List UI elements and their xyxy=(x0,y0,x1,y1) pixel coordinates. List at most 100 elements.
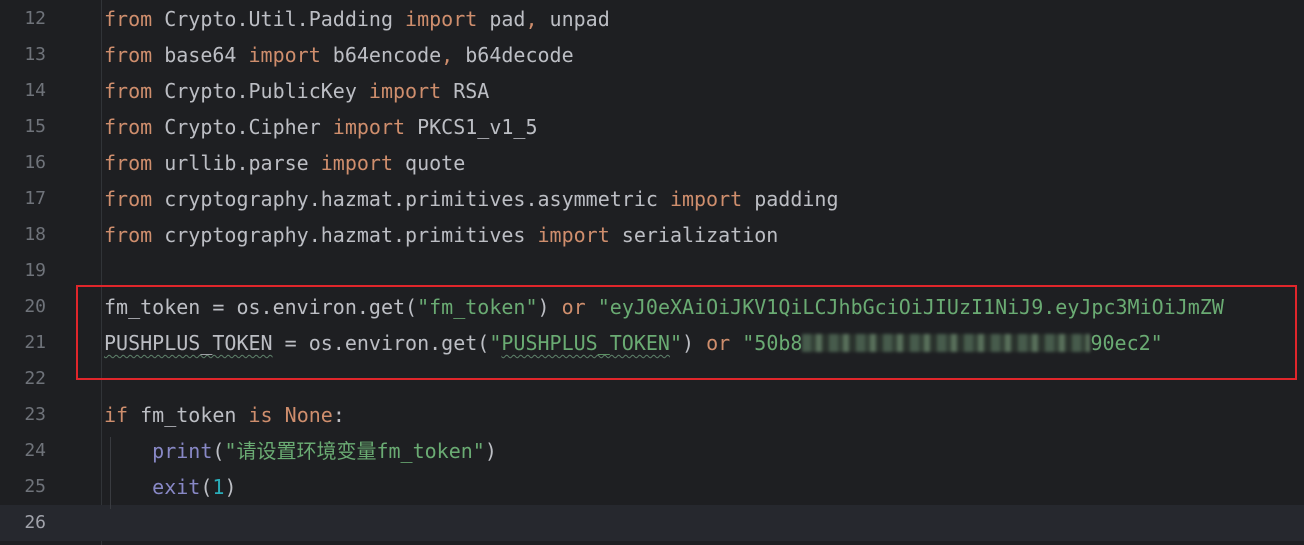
line-number[interactable]: 17 xyxy=(0,181,46,217)
code-token: Crypto.PublicKey xyxy=(152,79,369,103)
code-token: from xyxy=(104,115,153,139)
code-line-22[interactable]: 22 xyxy=(0,361,1304,397)
code-token: pad xyxy=(477,7,526,31)
line-number[interactable]: 23 xyxy=(0,397,46,433)
code-token: urllib.parse xyxy=(152,151,321,175)
code-token: from xyxy=(104,223,153,247)
code-text[interactable]: print("请设置环境变量fm_token") xyxy=(104,433,497,469)
code-token: import xyxy=(537,223,610,247)
code-token: exit xyxy=(152,475,201,499)
code-token: import xyxy=(332,115,406,139)
code-token: or xyxy=(706,331,731,355)
code-token: print xyxy=(152,439,213,463)
code-text[interactable]: from Crypto.Cipher import PKCS1_v1_5 xyxy=(104,109,538,145)
code-line-19[interactable]: 19 xyxy=(0,253,1304,289)
code-token: ( xyxy=(212,439,225,463)
code-text[interactable]: fm_token = os.environ.get("fm_token") or… xyxy=(104,289,1224,325)
code-text[interactable]: from Crypto.Util.Padding import pad, unp… xyxy=(104,1,610,37)
code-line-14[interactable]: 14 from Crypto.PublicKey import RSA xyxy=(0,73,1304,109)
code-token: 90ec2" xyxy=(1090,331,1163,355)
code-token: PKCS1_v1_5 xyxy=(405,115,538,139)
code-token: PUSHPLUS_TOKEN xyxy=(501,331,670,355)
line-number[interactable]: 20 xyxy=(0,289,46,325)
code-token: from xyxy=(104,43,153,67)
code-line-24[interactable]: 24 print("请设置环境变量fm_token") xyxy=(0,433,1304,469)
code-text[interactable]: from base64 import b64encode, b64decode xyxy=(104,37,574,73)
code-token: cryptography.hazmat.primitives.asymmetri… xyxy=(152,187,670,211)
code-token: base64 xyxy=(152,43,249,67)
code-token: fm_token xyxy=(128,403,249,427)
line-number[interactable]: 25 xyxy=(0,469,46,505)
code-line-12[interactable]: 12 from Crypto.Util.Padding import pad, u… xyxy=(0,1,1304,37)
code-token: from xyxy=(104,79,153,103)
code-token: Crypto.Util.Padding xyxy=(152,7,406,31)
line-number[interactable]: 14 xyxy=(0,73,46,109)
code-token: cryptography.hazmat.primitives xyxy=(152,223,538,247)
line-number[interactable]: 15 xyxy=(0,109,46,145)
line-number[interactable]: 16 xyxy=(0,145,46,181)
code-text[interactable]: from Crypto.PublicKey import RSA xyxy=(104,73,489,109)
code-line-23[interactable]: 23 if fm_token is None: xyxy=(0,397,1304,433)
code-token: ) xyxy=(224,475,237,499)
code-token: b64decode xyxy=(453,43,574,67)
code-text[interactable]: exit(1) xyxy=(104,469,236,505)
line-number[interactable]: 13 xyxy=(0,37,46,73)
line-number[interactable]: 22 xyxy=(0,361,46,397)
code-token: ( xyxy=(200,475,213,499)
code-line-25[interactable]: 25 exit(1) xyxy=(0,469,1304,505)
redacted-token-mosaic xyxy=(802,333,1091,352)
code-token: 1 xyxy=(212,475,225,499)
line-number[interactable]: 18 xyxy=(0,217,46,253)
code-token: ) xyxy=(682,331,707,355)
code-line-13[interactable]: 13 from base64 import b64encode, b64decod… xyxy=(0,37,1304,73)
code-token: fm_token = os.environ.get( xyxy=(104,295,418,319)
code-line-17[interactable]: 17 from cryptography.hazmat.primitives.as… xyxy=(0,181,1304,217)
line-number[interactable]: 19 xyxy=(0,253,46,289)
code-token: import xyxy=(669,187,743,211)
code-token: , xyxy=(525,7,538,31)
indent-guide xyxy=(110,437,111,509)
code-token: ) xyxy=(537,295,562,319)
code-token: " xyxy=(489,331,502,355)
line-number[interactable]: 24 xyxy=(0,433,46,469)
code-text[interactable]: PUSHPLUS_TOKEN = os.environ.get("PUSHPLU… xyxy=(104,325,1163,361)
code-token: , xyxy=(441,43,454,67)
code-line-26[interactable]: 26 xyxy=(0,505,1304,541)
code-token: import xyxy=(320,151,393,175)
code-text[interactable]: from cryptography.hazmat.primitives.asym… xyxy=(104,181,839,217)
code-token: if xyxy=(104,403,129,427)
code-token: quote xyxy=(393,151,466,175)
code-token: "fm_token" xyxy=(417,295,538,319)
code-token: import xyxy=(405,7,478,31)
code-text[interactable]: if fm_token is None: xyxy=(104,397,345,433)
code-token: "eyJ0eXAiOiJKV1QiLCJhbGciOiJIUzI1NiJ9.ey… xyxy=(597,295,1224,319)
code-token: PUSHPLUS_TOKEN xyxy=(104,331,273,355)
code-line-18[interactable]: 18 from cryptography.hazmat.primitives im… xyxy=(0,217,1304,253)
code-token: = os.environ.get( xyxy=(272,331,490,355)
code-token: from xyxy=(104,187,153,211)
line-number[interactable]: 12 xyxy=(0,1,46,37)
code-line-21[interactable]: 21 PUSHPLUS_TOKEN = os.environ.get("PUSHP… xyxy=(0,325,1304,361)
line-number[interactable]: 26 xyxy=(0,505,46,541)
code-line-16[interactable]: 16 from urllib.parse import quote xyxy=(0,145,1304,181)
code-token: None xyxy=(284,403,333,427)
line-number[interactable]: 21 xyxy=(0,325,46,361)
code-token: padding xyxy=(742,187,839,211)
code-editor[interactable]: 12 from Crypto.Util.Padding import pad, u… xyxy=(0,0,1304,545)
code-text[interactable]: from cryptography.hazmat.primitives impo… xyxy=(104,217,778,253)
code-line-15[interactable]: 15 from Crypto.Cipher import PKCS1_v1_5 xyxy=(0,109,1304,145)
code-line-20[interactable]: 20 fm_token = os.environ.get("fm_token") … xyxy=(0,289,1304,325)
code-token: "50b8 xyxy=(742,331,803,355)
code-token: RSA xyxy=(441,79,490,103)
code-text[interactable]: from urllib.parse import quote xyxy=(104,145,465,181)
code-token: from xyxy=(104,151,153,175)
code-token: import xyxy=(368,79,442,103)
code-token: ) xyxy=(484,439,497,463)
code-token: " xyxy=(669,331,682,355)
code-token: b64encode xyxy=(320,43,442,67)
